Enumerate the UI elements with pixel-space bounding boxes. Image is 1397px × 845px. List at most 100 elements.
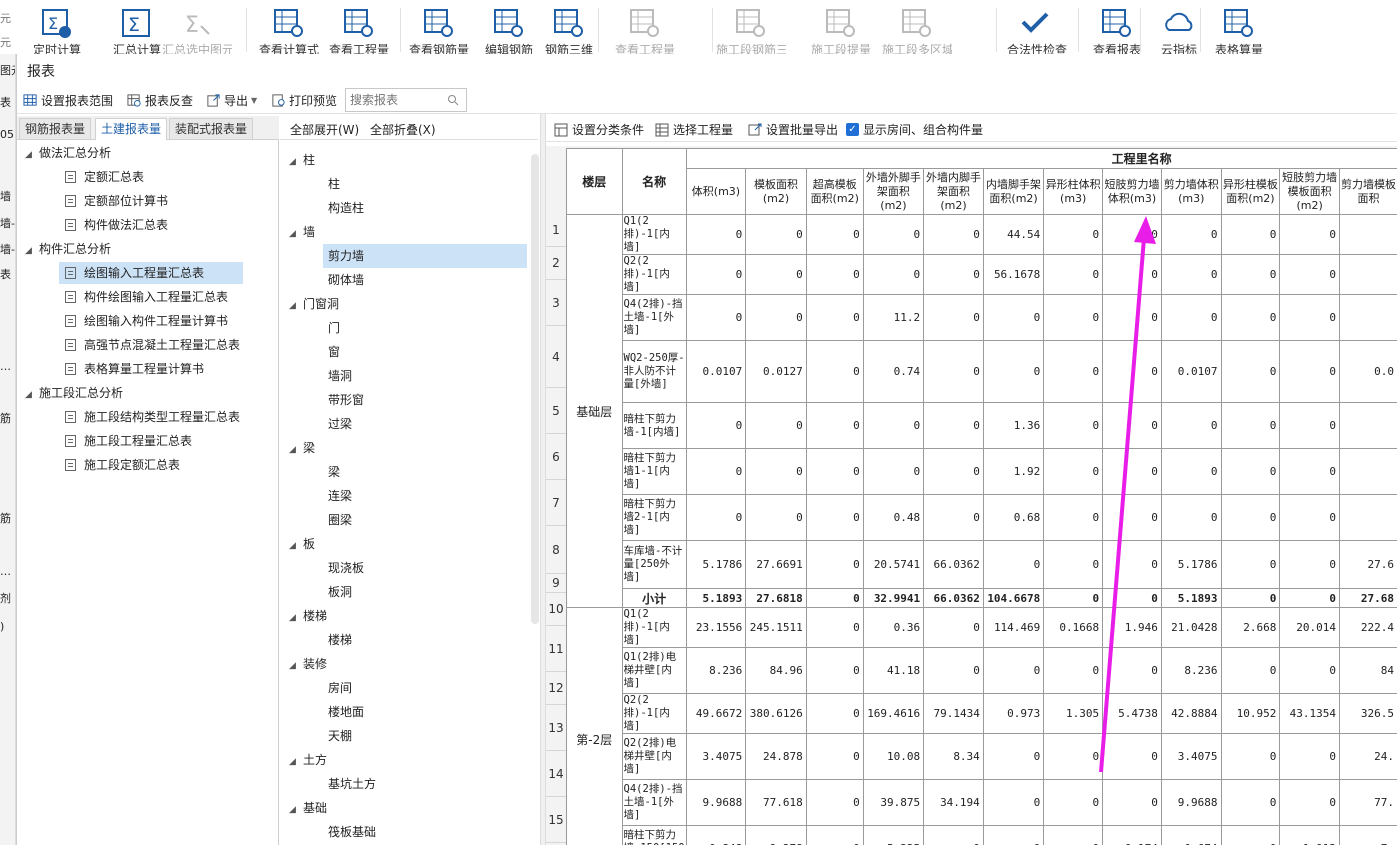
table-row[interactable]: 车库墙-不计量[250外墙] 5.1786 27.6691 0 20.5741 66.03… — [567, 540, 1397, 589]
checkbox-checked-icon[interactable]: ✓ — [846, 123, 859, 136]
ribbon-button-14[interactable]: 查看报表 — [1086, 6, 1148, 54]
table-row[interactable]: Q4(2排)-挡土墙-1[外墙] 9.9688 77.618 0 39.875 34.19… — [567, 779, 1397, 826]
table-row[interactable]: WQ2-250厚-非人防不计量[外墙] 0.0107 0.0127 0 0.74 0 0 0 0… — [567, 340, 1397, 403]
subtotal-row[interactable]: 小计 5.1893 27.6818 0 32.9941 66.0362 104.6678 0 0… — [567, 588, 1397, 608]
ribbon-button-2[interactable]: Σ 汇总计算 — [106, 6, 168, 54]
collapse-caret-icon[interactable]: ◢ — [289, 294, 303, 318]
component-tree-item[interactable]: 剪力墙 — [323, 244, 527, 268]
report-tree-item[interactable]: 施工段结构类型工程量汇总表 — [59, 406, 243, 428]
table-row[interactable]: Q2(2排)-1[内墙] 49.6672 380.6126 0 169.4616 79.1… — [567, 693, 1397, 734]
report-tree-item[interactable]: 定额汇总表 — [59, 166, 243, 188]
tab-prefab-report[interactable]: 装配式报表量 — [169, 118, 254, 140]
component-tree-group[interactable]: ◢ 土方 — [289, 748, 327, 772]
report-tree-group[interactable]: ◢ 施工段汇总分析 — [25, 382, 123, 404]
ribbon-button-16[interactable]: 表格算量 — [1208, 6, 1270, 54]
component-tree-group[interactable]: ◢ 基础 — [289, 796, 327, 820]
component-tree-group[interactable]: ◢ 板 — [289, 532, 315, 556]
component-tree-item[interactable]: 门 — [323, 316, 527, 340]
collapse-caret-icon[interactable]: ◢ — [289, 654, 303, 678]
collapse-caret-icon[interactable]: ◢ — [289, 606, 303, 630]
component-tree-item[interactable]: 墙洞 — [323, 364, 527, 388]
report-tree-item[interactable]: 高强节点混凝土工程量汇总表 — [59, 334, 243, 356]
report-tree-item[interactable]: 施工段工程量汇总表 — [59, 430, 243, 452]
report-tree-item[interactable]: 绘图输入构件工程量计算书 — [59, 310, 243, 332]
table-row[interactable]: 暗柱下剪力墙-1[内墙] 0 0 0 0 0 1.36 0 0 0 0 0 — [567, 402, 1397, 449]
report-tree-item[interactable]: 构件做法汇总表 — [59, 214, 243, 236]
ribbon-button-4[interactable]: 查看计算式 — [258, 6, 320, 54]
report-tree-item[interactable]: 定额部位计算书 — [59, 190, 243, 212]
select-quantity-button[interactable]: 选择工程量 — [655, 121, 733, 138]
table-row[interactable]: Q2(2排)电梯井壁[内墙] 3.4075 24.878 0 10.08 8.34 0 0 0 3… — [567, 733, 1397, 780]
ribbon-button-5[interactable]: 查看工程量 — [328, 6, 390, 54]
table-row[interactable]: 第-2层 Q1(2排)-1[内墙] 23.1556 245.1511 0 0.36 0 114… — [566, 607, 1397, 845]
table-row[interactable]: 暗柱下剪力墙1-1[内墙] 0 0 0 0 0 1.92 0 0 0 0 0 — [567, 448, 1397, 495]
component-tree-group[interactable]: ◢ 楼梯 — [289, 604, 327, 628]
ribbon-button-1[interactable]: Σ 定时计算 — [26, 6, 88, 54]
component-tree-item[interactable]: 梁 — [323, 460, 527, 484]
collapse-caret-icon[interactable]: ◢ — [289, 222, 303, 246]
ribbon-button-11[interactable]: 施工段提量 — [810, 6, 872, 54]
component-tree-item[interactable]: 现浇板 — [323, 556, 527, 580]
collapse-caret-icon[interactable]: ◢ — [25, 144, 39, 166]
report-tree-item[interactable]: 表格算量工程量计算书 — [59, 358, 243, 380]
show-rooms-checkbox[interactable]: ✓ 显示房间、组合构件量 — [846, 121, 983, 138]
collapse-caret-icon[interactable]: ◢ — [289, 438, 303, 462]
collapse-caret-icon[interactable]: ◢ — [25, 384, 39, 406]
component-tree-scrollbar[interactable] — [531, 154, 539, 624]
export-dropdown-icon[interactable]: ▼ — [251, 96, 257, 105]
collapse-caret-icon[interactable]: ◢ — [289, 798, 303, 822]
tab-rebar-report[interactable]: 钢筋报表量 — [19, 118, 92, 140]
ribbon-button-7[interactable]: 编辑钢筋 — [478, 6, 540, 54]
print-preview-button[interactable]: 打印预览 — [271, 92, 337, 109]
expand-all-button[interactable]: 全部展开(W) — [290, 121, 359, 138]
table-row[interactable]: 基础层 Q1(2排)-1[内墙] 0 0 0 0 0 44.54 0 0 0 0 0 — [566, 214, 1397, 608]
table-row[interactable]: Q1(2排)电梯井壁[内墙] 8.236 84.96 0 41.18 0 0 0 0 8.236 0… — [567, 647, 1397, 694]
search-icon[interactable] — [447, 94, 459, 106]
ribbon-button-10[interactable]: 施工段钢筋三维 — [716, 6, 786, 54]
export-button[interactable]: 导出 ▼ — [206, 92, 257, 109]
ribbon-button-13[interactable]: 合法性检查 — [1006, 6, 1068, 54]
component-tree-item[interactable]: 板洞 — [323, 580, 527, 604]
report-tree-group[interactable]: ◢ 构件汇总分析 — [25, 238, 111, 260]
component-tree-item[interactable]: 天棚 — [323, 724, 527, 748]
component-tree-item[interactable]: 圈梁 — [323, 508, 527, 532]
component-tree-item[interactable]: 房间 — [323, 676, 527, 700]
table-row[interactable]: 暗柱下剪力墙-150[150内墙0.8489.37805.3250000.174… — [567, 825, 1397, 845]
ribbon-button-3[interactable]: Σ 汇总选中图元 — [162, 6, 232, 54]
ribbon-button-12[interactable]: 施工段多区域提量 — [882, 6, 952, 54]
ribbon-button-6[interactable]: 查看钢筋量 — [408, 6, 470, 54]
report-tree-group[interactable]: ◢ 做法汇总分析 — [25, 142, 111, 164]
component-tree-group[interactable]: ◢ 装修 — [289, 652, 327, 676]
ribbon-button-8[interactable]: 钢筋三维 — [538, 6, 600, 54]
set-category-button[interactable]: 设置分类条件 — [554, 121, 644, 138]
report-tree-item[interactable]: 构件绘图输入工程量汇总表 — [59, 286, 243, 308]
component-tree-group[interactable]: ◢ 门窗洞 — [289, 292, 339, 316]
collapse-caret-icon[interactable]: ◢ — [25, 240, 39, 262]
collapse-all-button[interactable]: 全部折叠(X) — [370, 121, 436, 138]
collapse-caret-icon[interactable]: ◢ — [289, 534, 303, 558]
batch-export-button[interactable]: 设置批量导出 — [748, 121, 838, 138]
report-check-button[interactable]: 报表反查 — [127, 92, 193, 109]
report-tree-item[interactable]: 绘图输入工程量汇总表 — [59, 262, 243, 284]
table-row[interactable]: 暗柱下剪力墙2-1[内墙] 0 0 0 0.48 0 0.68 0 0 0 0 0 — [567, 494, 1397, 541]
component-tree-item[interactable]: 连梁 — [323, 484, 527, 508]
component-tree-item[interactable]: 楼地面 — [323, 700, 527, 724]
ribbon-button-9[interactable]: 查看工程量 — [614, 6, 676, 54]
table-row[interactable]: Q4(2排)-挡土墙-1[外墙] 0 0 0 11.2 0 0 0 0 0 0 0 — [567, 294, 1397, 341]
component-tree-group[interactable]: ◢ 柱 — [289, 148, 315, 172]
collapse-caret-icon[interactable]: ◢ — [289, 150, 303, 174]
tab-civil-report[interactable]: 土建报表量 — [95, 118, 168, 140]
component-tree-item[interactable]: 基坑土方 — [323, 772, 527, 796]
component-tree-item[interactable]: 带形窗 — [323, 388, 527, 412]
component-tree-group[interactable]: ◢ 墙 — [289, 220, 315, 244]
set-range-button[interactable]: 设置报表范围 — [23, 92, 113, 109]
component-tree-item[interactable]: 砌体墙 — [323, 268, 527, 292]
component-tree-item[interactable]: 楼梯 — [323, 628, 527, 652]
component-tree-item[interactable]: 筏板基础 — [323, 820, 527, 844]
component-tree-item[interactable]: 构造柱 — [323, 196, 527, 220]
report-tree-item[interactable]: 施工段定额汇总表 — [59, 454, 243, 476]
component-tree-item[interactable]: 窗 — [323, 340, 527, 364]
component-tree-item[interactable]: 过梁 — [323, 412, 527, 436]
collapse-caret-icon[interactable]: ◢ — [289, 750, 303, 774]
component-tree-group[interactable]: ◢ 梁 — [289, 436, 315, 460]
